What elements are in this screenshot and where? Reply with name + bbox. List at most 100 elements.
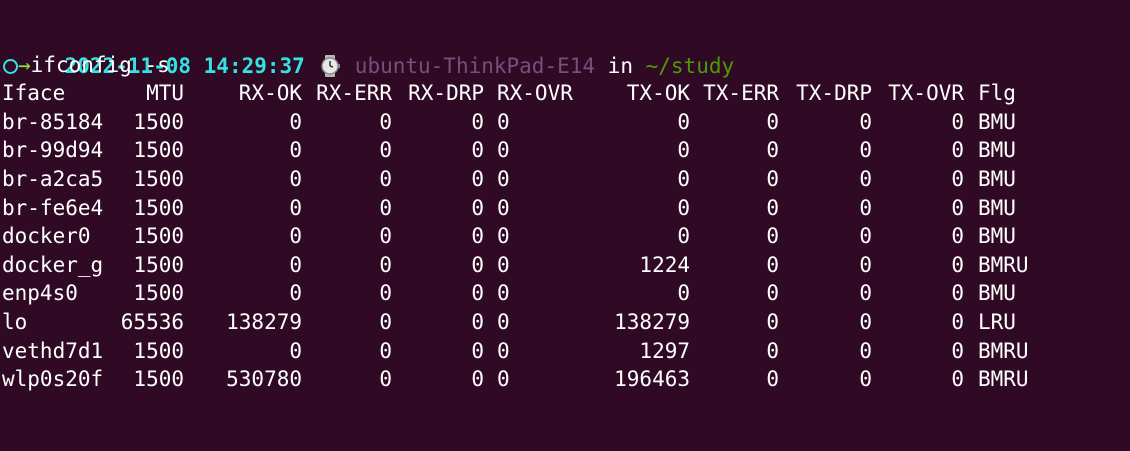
- cell-tx-ok: 138279: [614, 309, 690, 334]
- cell-flg: BMU: [978, 224, 1016, 249]
- cell-rx-ovr: 0: [497, 109, 510, 134]
- table-row: docker0 1500 0 0 0 0 0 0 0 0 BMU: [2, 222, 1128, 251]
- cell-tx-ok: 0: [677, 281, 690, 306]
- cell-tx-ovr: 0: [951, 109, 964, 134]
- cell-flg: LRU: [978, 309, 1016, 334]
- cell-rx-drp: 0: [471, 252, 484, 277]
- cell-iface: br-a2ca5: [2, 166, 104, 191]
- cell-rx-ok: 138279: [226, 309, 302, 334]
- cell-tx-ok: 0: [677, 166, 690, 191]
- cell-tx-err: 0: [766, 138, 779, 163]
- cell-mtu: 1500: [133, 338, 184, 363]
- cell-tx-ovr: 0: [951, 138, 964, 163]
- cell-rx-ok: 0: [289, 224, 302, 249]
- cell-rx-drp: 0: [471, 138, 484, 163]
- cell-tx-ok: 1224: [639, 252, 690, 277]
- cell-tx-ovr: 0: [951, 166, 964, 191]
- cell-flg: BMRU: [978, 338, 1029, 363]
- header-rx-err: RX-ERR: [316, 81, 392, 106]
- cell-tx-err: 0: [766, 195, 779, 220]
- cell-tx-ovr: 0: [951, 309, 964, 334]
- cell-iface: br-fe6e4: [2, 195, 104, 220]
- cell-rx-ok: 530780: [226, 367, 302, 392]
- cell-rx-ovr: 0: [497, 224, 510, 249]
- cell-tx-err: 0: [766, 166, 779, 191]
- table-header-row: Iface MTU RX-OK RX-ERR RX-DRP RX-OVR TX-…: [2, 79, 1128, 108]
- cell-mtu: 1500: [133, 166, 184, 191]
- cell-rx-err: 0: [379, 309, 392, 334]
- cell-tx-ok: 0: [677, 138, 690, 163]
- cell-rx-ok: 0: [289, 338, 302, 363]
- cell-tx-ovr: 0: [951, 338, 964, 363]
- cell-tx-err: 0: [766, 309, 779, 334]
- cell-flg: BMRU: [978, 252, 1029, 277]
- cell-tx-drp: 0: [859, 252, 872, 277]
- cell-mtu: 1500: [133, 252, 184, 277]
- cell-iface: wlp0s20f: [2, 367, 104, 392]
- cell-mtu: 1500: [133, 138, 184, 163]
- cell-rx-drp: 0: [471, 109, 484, 134]
- cell-rx-drp: 0: [471, 367, 484, 392]
- table-row: docker_g 1500 0 0 0 0 1224 0 0 0 BMRU: [2, 251, 1128, 280]
- cell-rx-err: 0: [379, 338, 392, 363]
- cell-mtu: 65536: [120, 309, 184, 334]
- cell-flg: BMU: [978, 195, 1016, 220]
- cell-mtu: 1500: [133, 367, 184, 392]
- cell-tx-drp: 0: [859, 338, 872, 363]
- cell-rx-err: 0: [379, 281, 392, 306]
- cell-iface: docker_g: [2, 252, 104, 277]
- cell-rx-ovr: 0: [497, 309, 510, 334]
- cell-tx-drp: 0: [859, 109, 872, 134]
- cell-rx-ovr: 0: [497, 195, 510, 220]
- watch-icon: [319, 54, 341, 77]
- cell-mtu: 1500: [133, 109, 184, 134]
- prompt-host: ubuntu-ThinkPad-E14: [354, 53, 596, 78]
- header-iface: Iface: [2, 81, 66, 106]
- prompt-in-word: in: [607, 53, 633, 78]
- table-row: vethd7d1 1500 0 0 0 0 1297 0 0 0 BMRU: [2, 337, 1128, 366]
- cell-tx-drp: 0: [859, 367, 872, 392]
- cell-rx-ok: 0: [289, 281, 302, 306]
- cell-mtu: 1500: [133, 281, 184, 306]
- table-row: lo 65536 138279 0 0 0 138279 0 0 0 LRU: [2, 308, 1128, 337]
- cell-tx-drp: 0: [859, 224, 872, 249]
- header-mtu: MTU: [146, 81, 184, 106]
- header-rx-ok: RX-OK: [238, 81, 302, 106]
- header-tx-drp: TX-DRP: [796, 81, 872, 106]
- cell-rx-ok: 0: [289, 195, 302, 220]
- terminal-output[interactable]: 2022-11-08 14:29:37 ubuntu-ThinkPad-E14 i…: [2, 22, 1128, 394]
- cell-tx-drp: 0: [859, 309, 872, 334]
- cell-rx-drp: 0: [471, 224, 484, 249]
- cell-flg: BMU: [978, 166, 1016, 191]
- cell-flg: BMU: [978, 138, 1016, 163]
- table-row: br-99d94 1500 0 0 0 0 0 0 0 0 BMU: [2, 136, 1128, 165]
- cell-rx-ok: 0: [289, 109, 302, 134]
- cell-rx-ovr: 0: [497, 281, 510, 306]
- cell-tx-ok: 0: [677, 109, 690, 134]
- cell-mtu: 1500: [133, 224, 184, 249]
- header-rx-drp: RX-DRP: [408, 81, 484, 106]
- cell-rx-err: 0: [379, 166, 392, 191]
- cell-rx-err: 0: [379, 252, 392, 277]
- cell-iface: docker0: [2, 224, 91, 249]
- cell-rx-drp: 0: [471, 281, 484, 306]
- cell-tx-ok: 0: [677, 195, 690, 220]
- prompt-arrow: →: [18, 52, 31, 77]
- cell-rx-err: 0: [379, 367, 392, 392]
- cell-rx-ovr: 0: [497, 166, 510, 191]
- cell-iface: enp4s0: [2, 281, 78, 306]
- header-tx-err: TX-ERR: [703, 81, 779, 106]
- cell-tx-err: 0: [766, 281, 779, 306]
- cell-tx-ovr: 0: [951, 224, 964, 249]
- cell-rx-err: 0: [379, 138, 392, 163]
- cell-tx-err: 0: [766, 367, 779, 392]
- cell-tx-ok: 0: [677, 224, 690, 249]
- cell-rx-ok: 0: [289, 138, 302, 163]
- cell-rx-ovr: 0: [497, 252, 510, 277]
- cell-rx-drp: 0: [471, 338, 484, 363]
- cell-tx-drp: 0: [859, 281, 872, 306]
- cell-rx-ovr: 0: [497, 138, 510, 163]
- cell-flg: BMU: [978, 109, 1016, 134]
- cell-tx-drp: 0: [859, 166, 872, 191]
- cell-tx-ovr: 0: [951, 195, 964, 220]
